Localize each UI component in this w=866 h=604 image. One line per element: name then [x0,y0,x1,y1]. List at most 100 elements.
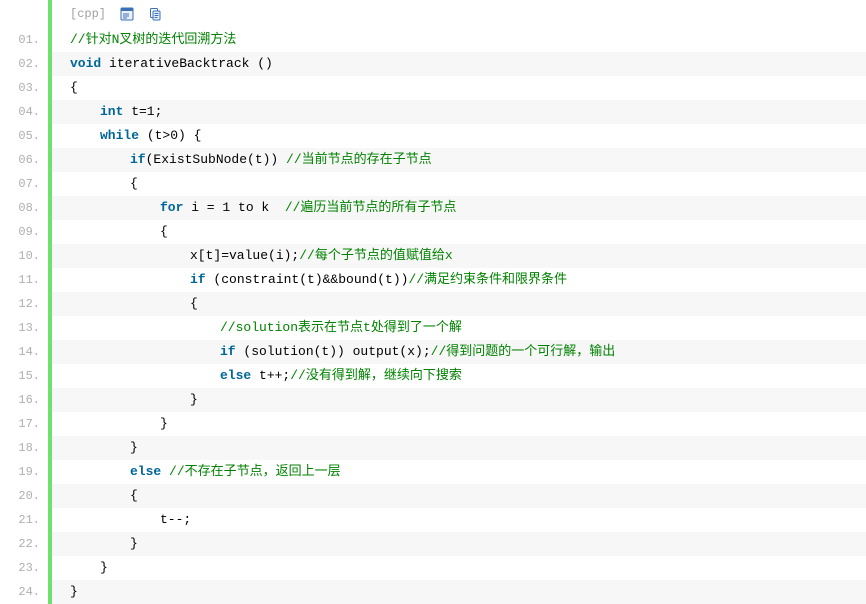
token-plain [161,464,169,479]
code-content: { [52,292,866,316]
code-content: if (constraint(t)&&bound(t))//满足约束条件和限界条… [52,268,866,292]
code-content: if (solution(t)) output(x);//得到问题的一个可行解，… [52,340,866,364]
code-line: 02.void iterativeBacktrack () [0,52,866,76]
line-number: 11. [0,268,48,292]
token-comment: //得到问题的一个可行解，输出 [431,344,616,359]
token-keyword: void [70,56,101,71]
code-content: if(ExistSubNode(t)) //当前节点的存在子节点 [52,148,866,172]
token-comment: //当前节点的存在子节点 [286,152,432,167]
code-line: 15.else t++;//没有得到解，继续向下搜索 [0,364,866,388]
line-number: 12. [0,292,48,316]
code-content: else //不存在子节点，返回上一层 [52,460,866,484]
code-content: { [52,484,866,508]
line-number: 20. [0,484,48,508]
token-comment: //solution表示在节点t处得到了一个解 [220,320,462,335]
token-comment: //没有得到解，继续向下搜索 [290,368,462,383]
code-line: 22.} [0,532,866,556]
code-content: t--; [52,508,866,532]
code-content: int t=1; [52,100,866,124]
token-plain: { [70,80,78,95]
line-number: 10. [0,244,48,268]
token-plain: } [190,392,198,407]
code-line: 07.{ [0,172,866,196]
line-number: 06. [0,148,48,172]
token-plain: { [130,488,138,503]
code-content: { [52,172,866,196]
token-comment: //每个子节点的值赋值给x [299,248,452,263]
code-content: //solution表示在节点t处得到了一个解 [52,316,866,340]
token-keyword: while [100,128,139,143]
code-content: while (t>0) { [52,124,866,148]
code-line: 20. { [0,484,866,508]
token-plain: t=1; [123,104,162,119]
line-number: 15. [0,364,48,388]
line-number: 13. [0,316,48,340]
code-content: for i = 1 to k //遍历当前节点的所有子节点 [52,196,866,220]
line-number: 19. [0,460,48,484]
token-plain: iterativeBacktrack () [101,56,273,71]
line-number: 16. [0,388,48,412]
token-plain: { [160,224,168,239]
token-plain: t--; [160,512,191,527]
token-keyword: for [160,200,183,215]
view-source-icon[interactable] [120,7,134,21]
line-number: 08. [0,196,48,220]
code-line: 08.for i = 1 to k //遍历当前节点的所有子节点 [0,196,866,220]
line-number: 18. [0,436,48,460]
line-number: 21. [0,508,48,532]
line-number: 23. [0,556,48,580]
code-content: x[t]=value(i);//每个子节点的值赋值给x [52,244,866,268]
language-tag: [cpp] [70,7,106,21]
code-line: 12. { [0,292,866,316]
code-line: 11.if (constraint(t)&&bound(t))//满足约束条件和… [0,268,866,292]
token-keyword: if [220,344,236,359]
line-number: 07. [0,172,48,196]
token-plain: } [130,536,138,551]
code-line: 13. //solution表示在节点t处得到了一个解 [0,316,866,340]
code-content: } [52,532,866,556]
token-plain: (ExistSubNode(t)) [146,152,286,167]
line-number: 17. [0,412,48,436]
token-comment: //针对N叉树的迭代回溯方法 [70,32,236,47]
line-number: 22. [0,532,48,556]
code-body: 01. //针对N叉树的迭代回溯方法 02.void iterativeBacktr… [0,28,866,604]
code-line: 06.if(ExistSubNode(t)) //当前节点的存在子节点 [0,148,866,172]
token-plain: (constraint(t)&&bound(t)) [206,272,409,287]
code-content: } [52,388,866,412]
token-plain: t++; [251,368,290,383]
token-plain: } [130,440,138,455]
code-line: 24.} [0,580,866,604]
token-plain: (solution(t)) output(x); [236,344,431,359]
code-line: 14.if (solution(t)) output(x);//得到问题的一个可… [0,340,866,364]
line-number: 09. [0,220,48,244]
code-line: 01. //针对N叉树的迭代回溯方法 [0,28,866,52]
copy-icon[interactable] [148,7,162,21]
code-line: 23.} [0,556,866,580]
token-keyword: if [130,152,146,167]
code-content: } [52,580,866,604]
code-content: } [52,436,866,460]
token-keyword: else [130,464,161,479]
line-number: 24. [0,580,48,604]
code-toolbar: [cpp] [0,0,866,28]
code-line: 10.x[t]=value(i);//每个子节点的值赋值给x [0,244,866,268]
token-plain: { [190,296,198,311]
token-plain: } [100,560,108,575]
line-number: 14. [0,340,48,364]
code-content: //针对N叉树的迭代回溯方法 [52,28,866,52]
code-line: 17.} [0,412,866,436]
code-line: 04.int t=1; [0,100,866,124]
line-number: 05. [0,124,48,148]
code-content: { [52,220,866,244]
token-comment: //不存在子节点，返回上一层 [169,464,341,479]
code-line: 03.{ [0,76,866,100]
token-plain: } [160,416,168,431]
line-number: 04. [0,100,48,124]
line-number: 01. [0,28,48,52]
token-comment: //遍历当前节点的所有子节点 [285,200,457,215]
code-content: } [52,412,866,436]
token-plain: i = 1 to k [183,200,284,215]
code-line: 21. t--; [0,508,866,532]
token-plain: (t>0) { [139,128,201,143]
code-line: 19.else //不存在子节点，返回上一层 [0,460,866,484]
